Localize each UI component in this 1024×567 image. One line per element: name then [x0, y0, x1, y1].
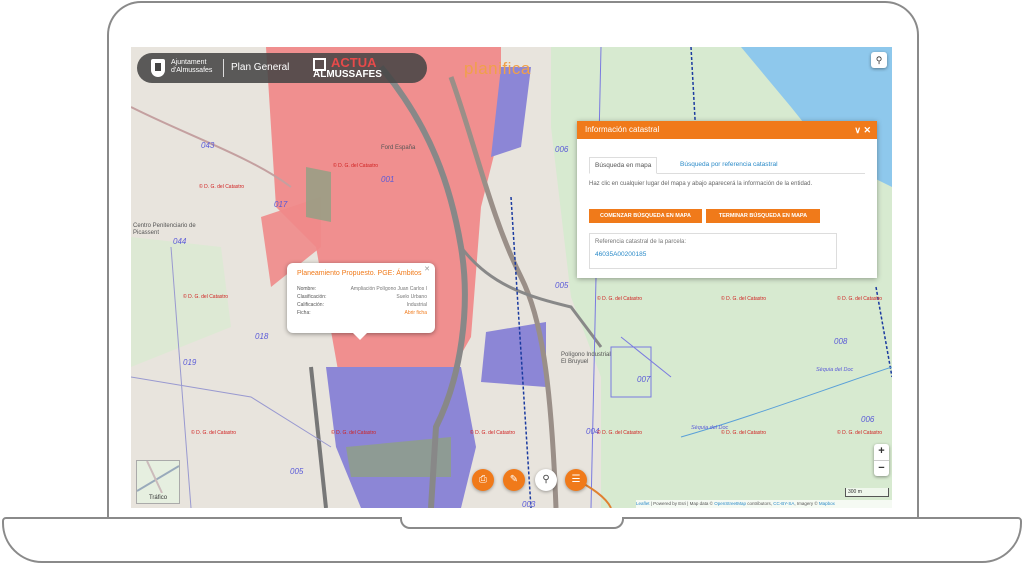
reference-value-link[interactable]: 46035A00200185 [595, 251, 646, 258]
zone-label: 005 [290, 467, 304, 476]
catastro-label: © D. G. del Catastro [191, 430, 237, 436]
panel-tabs: Búsqueda en mapa Búsqueda por referencia… [589, 157, 865, 174]
header-divider [223, 59, 224, 77]
map-search-button[interactable]: ⚲ [871, 52, 887, 68]
panel-header: Información catastral ∨ ✕ [577, 121, 877, 139]
close-icon[interactable]: ✕ [863, 125, 871, 135]
tab-map-search[interactable]: Búsqueda en mapa [589, 157, 658, 174]
place-label: Centro Penitenciario de Picassent [133, 223, 196, 236]
catastro-label: © D. G. del Catastro [597, 296, 643, 302]
zoom-out-button[interactable]: − [874, 460, 889, 477]
catastro-label: © D. G. del Catastro [721, 430, 767, 436]
almussafes-logo: ALMUSSAFES [313, 69, 382, 80]
zone-label: 006 [861, 415, 875, 424]
zone-label: 008 [834, 337, 848, 346]
zone-label: 018 [255, 332, 269, 341]
printer-icon: ⎙ [479, 474, 487, 485]
place-label: Polígono Industrial El Bruyuel [561, 352, 611, 365]
layers-icon: ☰ [571, 474, 581, 485]
tab-reference-search[interactable]: Búsqueda por referencia catastral [675, 157, 783, 172]
license-link[interactable]: CC-BY-SA [773, 501, 794, 506]
zone-label: 019 [183, 358, 197, 367]
end-search-button[interactable]: TERMINAR BÚSQUEDA EN MAPA [706, 209, 820, 223]
laptop-notch [400, 517, 624, 529]
zone-label: 006 [555, 145, 569, 154]
zone-label: 044 [173, 237, 187, 246]
panel-title: Información catastral [585, 125, 660, 134]
search-icon: ⚲ [875, 55, 883, 65]
osm-link[interactable]: OpenStreetMap [714, 501, 746, 506]
catastro-label: © D. G. del Catastro [721, 296, 767, 302]
traffic-thumbnail [137, 461, 179, 493]
place-label: Sèquia del Doc [816, 367, 854, 373]
pencil-icon: ✎ [509, 474, 519, 485]
app-header: Ajuntament d'Almussafes Plan General ACT… [137, 53, 427, 83]
search-button[interactable]: ⚲ [535, 469, 557, 491]
feature-popup: Planeamiento Propuesto. PGE: Ámbitos ✕ N… [287, 263, 435, 340]
zone-label: 003 [522, 500, 536, 508]
actua-logo[interactable]: ACTUA [331, 56, 377, 69]
popup-title: Planeamiento Propuesto. PGE: Ámbitos [297, 270, 422, 277]
catastro-label: © D. G. del Catastro [199, 184, 245, 190]
catastro-label: © D. G. del Catastro [837, 430, 883, 436]
zone-label: 043 [201, 141, 215, 150]
mapbox-link[interactable]: Mapbox [819, 501, 835, 506]
catastro-label: © D. G. del Catastro [331, 430, 377, 436]
ajuntament-logo[interactable]: Ajuntament d'Almussafes [171, 59, 212, 75]
planifica-logo: planifica [464, 59, 531, 78]
catastro-label: © D. G. del Catastro [183, 294, 229, 300]
zone-label: 017 [274, 200, 288, 209]
close-icon[interactable]: ✕ [424, 265, 430, 273]
edit-button[interactable]: ✎ [503, 469, 525, 491]
search-icon: ⚲ [542, 474, 550, 485]
start-search-button[interactable]: COMENZAR BÚSQUEDA EN MAPA [589, 209, 702, 223]
catastro-label: © D. G. del Catastro [837, 296, 883, 302]
chevron-down-icon[interactable]: ∨ [854, 125, 861, 135]
traffic-layer-toggle[interactable]: Tráfico [136, 460, 180, 504]
scale-bar: 300 m [845, 488, 889, 497]
leaflet-link[interactable]: Leaflet [636, 501, 650, 506]
zoom-in-button[interactable]: + [874, 444, 889, 460]
print-button[interactable]: ⎙ [472, 469, 494, 491]
open-sheet-link[interactable]: Abrir ficha [404, 310, 427, 316]
catastro-label: © D. G. del Catastro [333, 163, 379, 169]
plan-general-title: Plan General [231, 62, 290, 73]
zone-label: 001 [381, 175, 395, 184]
zone-label: 007 [637, 375, 651, 384]
zoom-control: + − [874, 444, 889, 476]
place-label: Ford España [381, 145, 416, 151]
map-screen[interactable]: 043 044 017 018 019 001 006 005 007 008 … [131, 47, 892, 508]
catastro-label: © D. G. del Catastro [597, 430, 643, 436]
reference-box: Referencia catastral de la parcela: 4603… [589, 233, 837, 269]
map-attribution: Leaflet | Powered by Esri | Map data © O… [636, 500, 892, 508]
help-text: Haz clic en cualquier lugar del mapa y a… [589, 181, 813, 187]
crest-icon [151, 59, 165, 77]
zone-label: 005 [555, 281, 569, 290]
catastro-label: © D. G. del Catastro [470, 430, 516, 436]
cadastral-panel: Información catastral ∨ ✕ Búsqueda en ma… [577, 121, 877, 278]
reference-label: Referencia catastral de la parcela: [595, 239, 687, 245]
layers-button[interactable]: ☰ [565, 469, 587, 491]
